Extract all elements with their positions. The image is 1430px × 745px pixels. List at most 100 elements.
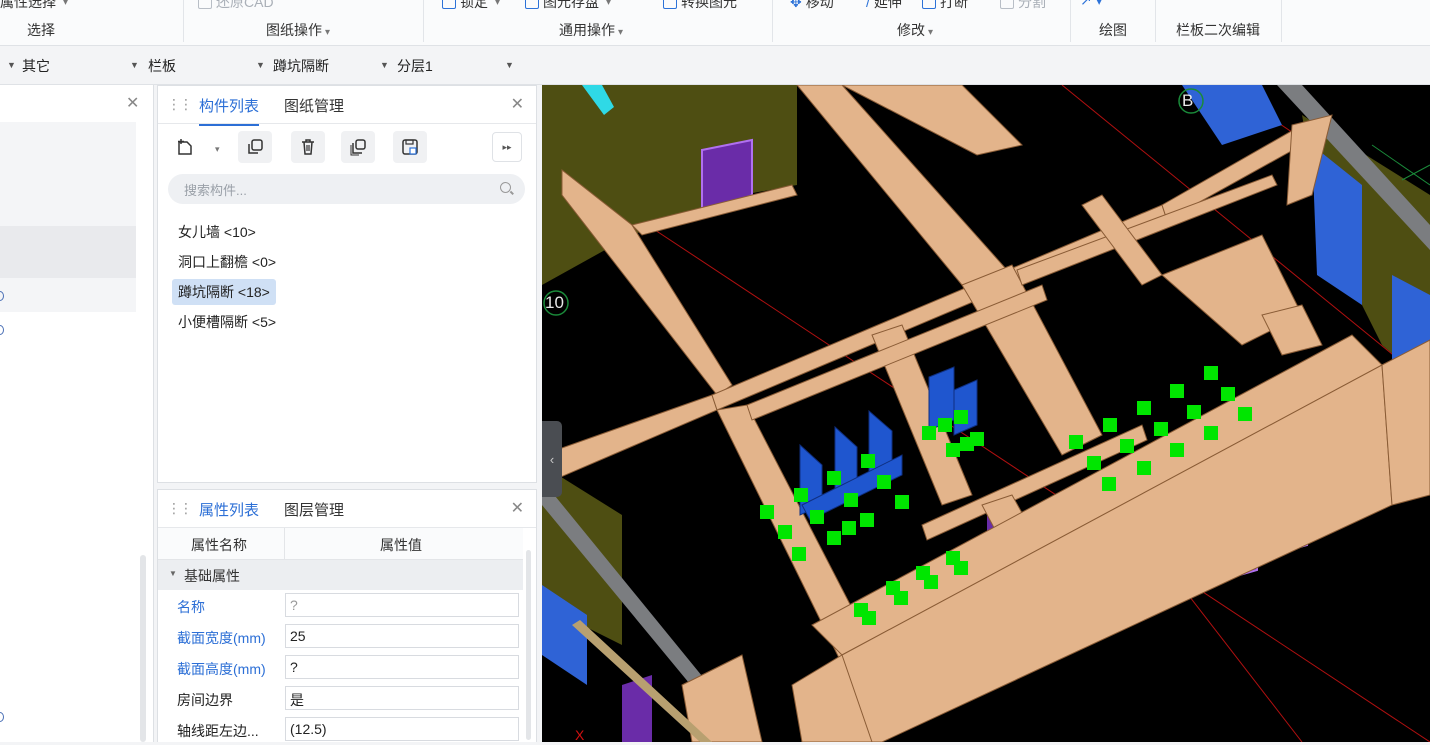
scrollbar[interactable] — [526, 550, 531, 740]
layer-filter-select[interactable]: 分层1 — [397, 56, 433, 76]
collapse-panel-handle[interactable]: ‹ — [542, 421, 562, 497]
table-row: 截面高度(mm) ? — [158, 652, 523, 683]
drag-handle-icon[interactable]: ⋮⋮ — [167, 500, 193, 517]
ribbon-divider — [183, 0, 184, 42]
convert-elements-button[interactable]: 转换图元 — [663, 0, 737, 12]
search-input[interactable] — [182, 174, 486, 206]
copy-component-button[interactable] — [238, 131, 272, 163]
save-icon — [402, 139, 418, 155]
save-elements-icon — [525, 0, 539, 9]
list-item[interactable]: 小便槽隔断 <5> — [172, 309, 282, 335]
type-filter-select[interactable]: 其它 — [22, 56, 50, 76]
property-value-field[interactable]: ? — [285, 593, 519, 617]
property-group-header[interactable]: ▼ 基础属性 — [158, 560, 523, 590]
component-list-panel: ⋮⋮ 构件列表 图纸管理 ✕ ▾ ▸▸ 女儿墙 <10> 洞口上翻檐 <0> 蹲… — [157, 85, 537, 483]
search-icon[interactable] — [500, 182, 511, 193]
chevron-down-icon[interactable]: ▼ — [130, 60, 139, 70]
chevron-down-icon[interactable]: ▼ — [7, 60, 16, 70]
new-file-icon — [178, 139, 192, 155]
close-icon[interactable]: ✕ — [126, 93, 139, 113]
chevron-down-icon[interactable]: ▼ — [256, 60, 265, 70]
ribbon-toolbar: 属性选择 ▾ 还原CAD 锁定 ▾ 图元存盘 ▾ 转换图元 ✥ 移动 / 延伸 打断 分割… — [0, 0, 1430, 46]
copy-layers-icon — [350, 139, 366, 156]
tab-component-list[interactable]: 构件列表 — [199, 95, 260, 126]
property-value-field[interactable]: ? — [285, 655, 519, 679]
nav-selected-row[interactable] — [0, 226, 136, 278]
table-row: 房间边界 是 — [158, 683, 523, 714]
search-box — [168, 174, 525, 206]
radio-icon[interactable] — [0, 712, 4, 722]
category-filter-select[interactable]: 栏板 — [148, 56, 176, 76]
move-button[interactable]: ✥ 移动 — [790, 0, 834, 12]
3d-viewport[interactable]: X B 10 ‹ — [542, 85, 1430, 742]
property-name: 轴线距左边... — [177, 723, 259, 739]
drag-handle-icon[interactable]: ⋮⋮ — [167, 96, 193, 113]
radio-icon[interactable] — [0, 325, 4, 335]
tab-layer-management[interactable]: 图层管理 — [284, 499, 344, 520]
property-value-field[interactable]: (12.5) — [285, 717, 519, 741]
restore-cad-icon — [198, 0, 212, 9]
extend-button[interactable]: / 延伸 — [866, 0, 902, 12]
chevron-left-icon: ‹ — [549, 451, 555, 467]
move-icon: ✥ — [790, 0, 802, 10]
trash-icon — [302, 139, 314, 155]
expand-toolbar-button[interactable]: ▸▸ — [492, 132, 522, 162]
delete-component-button[interactable] — [291, 131, 325, 163]
list-item[interactable]: 蹲坑隔断 <18> — [172, 279, 276, 305]
copy-to-floor-button[interactable] — [341, 131, 375, 163]
scrollbar[interactable] — [140, 555, 146, 742]
navigation-panel: ✕ — [0, 85, 154, 742]
lock-button[interactable]: 锁定 ▾ — [442, 0, 500, 12]
property-value-field[interactable]: 是 — [285, 686, 519, 710]
save-template-button[interactable] — [393, 131, 427, 163]
ribbon-divider — [1070, 0, 1071, 42]
collapse-icon[interactable]: ▼ — [169, 569, 177, 578]
property-list-panel: ⋮⋮ 属性列表 图层管理 ✕ 属性名称 属性值 ▼ 基础属性 名称 ? 截面宽度… — [157, 489, 537, 742]
restore-cad-button[interactable]: 还原CAD — [198, 0, 274, 12]
list-item[interactable]: 洞口上翻檐 <0> — [172, 249, 282, 275]
ribbon-divider — [1281, 0, 1282, 42]
column-divider[interactable] — [284, 528, 285, 559]
nav-tree-area — [0, 122, 136, 312]
tab-property-list[interactable]: 属性列表 — [199, 499, 260, 530]
property-name: 房间边界 — [177, 692, 233, 708]
ribbon-divider — [772, 0, 773, 42]
new-component-button[interactable] — [170, 131, 200, 163]
component-filter-select[interactable]: 蹲坑隔断 — [273, 56, 329, 76]
break-icon — [922, 0, 936, 9]
attribute-select-button[interactable]: 属性选择 ▾ — [0, 0, 68, 12]
building-model-render: X — [542, 85, 1430, 742]
group-label-railing-edit: 栏板二次编辑 — [1176, 22, 1260, 38]
property-name: 截面高度(mm) — [177, 661, 266, 677]
group-drawing-ops[interactable]: 图纸操作 ▾ — [266, 20, 330, 40]
split-button[interactable]: 分割 — [1000, 0, 1046, 12]
group-label-select: 选择 — [27, 22, 55, 38]
panel-header: ⋮⋮ 属性列表 图层管理 ✕ — [158, 490, 536, 530]
panel-header: ⋮⋮ 构件列表 图纸管理 ✕ — [158, 86, 536, 126]
column-header-value: 属性值 — [380, 537, 422, 553]
list-item[interactable]: 女儿墙 <10> — [172, 219, 262, 245]
table-header: 属性名称 属性值 — [158, 528, 523, 560]
group-modify[interactable]: 修改 ▾ — [897, 20, 933, 40]
draw-tool-icon[interactable]: ↗ ▾ — [1080, 0, 1103, 9]
split-icon — [1000, 0, 1014, 9]
column-header-name: 属性名称 — [191, 537, 247, 553]
close-icon[interactable]: ✕ — [511, 498, 524, 518]
chevron-down-icon[interactable]: ▼ — [505, 60, 514, 70]
copy-icon — [248, 139, 263, 154]
break-button[interactable]: 打断 — [922, 0, 968, 12]
close-icon[interactable]: ✕ — [511, 94, 524, 114]
axis-label: 10 — [545, 293, 564, 312]
chevron-down-icon[interactable]: ▾ — [215, 144, 220, 155]
property-value-field[interactable]: 25 — [285, 624, 519, 648]
save-elements-button[interactable]: 图元存盘 ▾ — [525, 0, 611, 12]
chevron-down-icon[interactable]: ▼ — [380, 60, 389, 70]
svg-text:X: X — [575, 727, 585, 742]
ribbon-divider — [423, 0, 424, 42]
table-row: 名称 ? — [158, 590, 523, 621]
tab-drawing-management[interactable]: 图纸管理 — [284, 95, 344, 116]
filter-bar: ▼ 其它 ▼ 栏板 ▼ 蹲坑隔断 ▼ 分层1 ▼ — [0, 46, 1430, 85]
group-label-draw: 绘图 — [1099, 22, 1127, 38]
group-common-ops[interactable]: 通用操作 ▾ — [559, 20, 623, 40]
table-row: 截面宽度(mm) 25 — [158, 621, 523, 652]
